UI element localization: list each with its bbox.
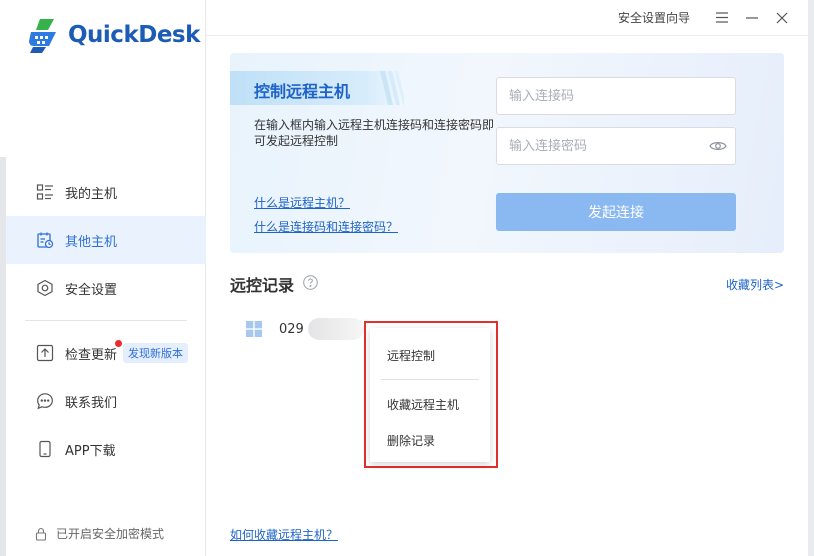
encryption-status-text: 已开启安全加密模式	[56, 527, 165, 541]
record-item[interactable]: 029	[246, 318, 364, 340]
shield-hexagon-icon	[36, 279, 54, 297]
connect-button[interactable]: 发起连接	[496, 193, 736, 231]
remote-calendar-icon	[36, 231, 54, 249]
quickdesk-logo-icon	[29, 19, 56, 53]
sidebar-item-contact[interactable]: 联系我们	[6, 377, 206, 425]
help-icon[interactable]	[303, 275, 318, 290]
hamburger-icon	[716, 12, 728, 23]
context-item-favorite-host[interactable]: 收藏远程主机	[370, 389, 490, 419]
update-dot	[115, 340, 122, 347]
new-version-badge: 发现新版本	[123, 343, 189, 363]
sidebar-item-label: 联系我们	[65, 395, 118, 411]
sidebar-divider	[25, 320, 187, 321]
panel-title: 控制远程主机	[254, 82, 351, 101]
record-host-id: 029	[279, 321, 304, 337]
sidebar: QuickDesk 我的主机 其他主机 安全设置 检查更新 发现新版本 联系我们…	[0, 0, 206, 556]
sidebar-item-label: 我的主机	[65, 186, 118, 202]
context-item-delete-record[interactable]: 删除记录	[370, 425, 490, 455]
lock-icon	[34, 527, 48, 541]
context-menu: 远程控制 收藏远程主机 删除记录	[370, 328, 490, 462]
sidebar-item-app-download[interactable]: APP下载	[6, 425, 206, 473]
how-to-favorite-link[interactable]: 如何收藏远程主机？	[230, 526, 338, 543]
minimize-button[interactable]	[740, 6, 764, 30]
minimize-icon	[746, 16, 758, 19]
what-is-connection-code-link[interactable]: 什么是连接码和连接密码？	[254, 218, 398, 235]
favorites-list-link[interactable]: 收藏列表>	[726, 276, 784, 293]
app-logo: QuickDesk	[24, 16, 200, 54]
sidebar-item-check-update[interactable]: 检查更新 发现新版本	[6, 329, 206, 377]
panel-description: 在输入框内输入远程主机连接码和连接密码即可发起远程控制	[254, 118, 495, 148]
close-icon	[776, 12, 788, 23]
title-bar: 安全设置向导	[206, 0, 808, 36]
window-edge	[808, 0, 814, 556]
what-is-remote-host-link[interactable]: 什么是远程主机？	[254, 194, 350, 211]
main-panel: 安全设置向导 控制远程主机 在输入框内输入远程主机连接码和连接密码即可发起远程控…	[206, 0, 808, 556]
chat-bubble-icon	[36, 392, 54, 410]
upload-icon	[36, 344, 54, 362]
sidebar-item-label: 安全设置	[65, 282, 118, 298]
app-name: QuickDesk	[68, 22, 200, 48]
close-button[interactable]	[770, 6, 794, 30]
connection-password-input[interactable]	[496, 127, 736, 165]
windows-icon	[246, 321, 262, 337]
phone-icon	[36, 440, 54, 458]
sidebar-item-label: APP下载	[65, 443, 116, 459]
connection-code-input[interactable]	[496, 77, 736, 115]
sidebar-item-other-hosts[interactable]: 其他主机	[6, 216, 206, 264]
sidebar-item-security[interactable]: 安全设置	[6, 264, 206, 312]
eye-icon[interactable]	[709, 139, 727, 153]
sidebar-item-label: 检查更新	[65, 347, 118, 363]
redacted-id-mask	[307, 318, 364, 340]
context-menu-separator	[381, 379, 479, 380]
context-item-remote-control[interactable]: 远程控制	[370, 340, 490, 370]
sidebar-item-label: 其他主机	[65, 234, 118, 250]
sidebar-item-my-hosts[interactable]: 我的主机	[6, 168, 206, 216]
records-title: 远控记录	[230, 276, 295, 295]
hosts-list-icon	[36, 183, 54, 201]
banner-stripes	[380, 71, 404, 105]
menu-button[interactable]	[710, 6, 734, 30]
security-wizard-link[interactable]: 安全设置向导	[618, 9, 690, 26]
encryption-status: 已开启安全加密模式	[34, 525, 164, 542]
